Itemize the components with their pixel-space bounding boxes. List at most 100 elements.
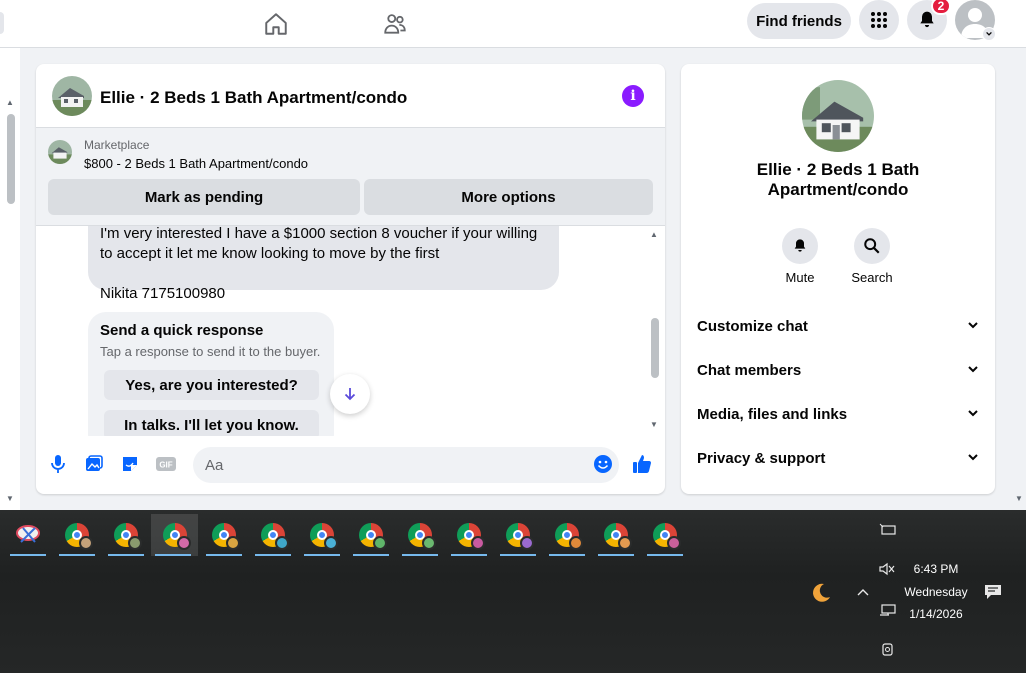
chrome-icon[interactable]	[202, 514, 246, 556]
scroll-down-arrow[interactable]: ▼	[1015, 494, 1023, 503]
chevron-down-icon	[967, 362, 979, 379]
clock-day[interactable]: Wednesday	[896, 585, 976, 599]
scroll-up-arrow[interactable]: ▲	[6, 98, 14, 107]
scroll-to-bottom-button[interactable]	[330, 374, 370, 414]
running-indicator	[451, 554, 487, 556]
chrome-icon[interactable]	[55, 514, 99, 556]
running-indicator	[598, 554, 634, 556]
quick-response-card: Send a quick response Tap a response to …	[88, 312, 334, 436]
notification-badge: 2	[931, 0, 951, 15]
listing-thumbnail-small	[48, 140, 72, 164]
listing-title[interactable]: $800 - 2 Beds 1 Bath Apartment/condo	[84, 156, 308, 171]
listing-photo[interactable]	[802, 80, 874, 152]
chrome-icon[interactable]	[349, 514, 393, 556]
menu-grid-icon[interactable]	[859, 0, 899, 40]
message-line: Nikita 7175100980	[100, 285, 226, 302]
chrome-icon[interactable]	[594, 514, 638, 556]
volume-muted-icon[interactable]	[877, 561, 897, 577]
running-indicator	[108, 554, 144, 556]
clock-time[interactable]: 6:43 PM	[896, 562, 976, 576]
running-indicator	[59, 554, 95, 556]
scroll-down-arrow[interactable]: ▼	[6, 494, 14, 503]
chrome-icon[interactable]	[398, 514, 442, 556]
message-input[interactable]	[193, 447, 619, 483]
emoji-icon[interactable]	[591, 452, 615, 476]
message-composer: GIF	[36, 436, 665, 494]
clock-date[interactable]: 1/14/2026	[896, 607, 976, 621]
mute-label: Mute	[785, 270, 815, 285]
gif-icon[interactable]: GIF	[154, 452, 178, 476]
home-icon[interactable]	[258, 6, 294, 42]
windows-taskbar: 6:43 PM Wednesday 1/14/2026	[0, 510, 1026, 673]
message-list[interactable]: I'm very interested I have a $1000 secti…	[36, 226, 665, 436]
quick-response-option[interactable]: In talks. I'll let you know.	[104, 410, 319, 436]
section-privacy-support[interactable]: Privacy & support	[697, 442, 979, 474]
listing-thumbnail[interactable]	[52, 76, 92, 116]
moon-icon[interactable]	[806, 580, 834, 606]
scroll-up-arrow[interactable]: ▲	[650, 230, 658, 239]
chrome-icon[interactable]	[643, 514, 687, 556]
find-friends-button[interactable]: Find friends	[747, 3, 851, 39]
search-icon[interactable]	[854, 228, 890, 264]
chrome-icon[interactable]	[447, 514, 491, 556]
svg-text:GIF: GIF	[159, 461, 172, 470]
section-media-files-links[interactable]: Media, files and links	[697, 398, 979, 430]
microphone-icon[interactable]	[46, 452, 70, 476]
conversation-name-line: Apartment/condo	[767, 180, 909, 199]
scroll-down-arrow[interactable]: ▼	[650, 420, 658, 429]
network-icon[interactable]	[878, 602, 898, 618]
page-scrollbar-left[interactable]: ▲ ▼	[0, 48, 20, 510]
mute-button[interactable]: Mute	[765, 228, 835, 285]
mark-as-pending-button[interactable]: Mark as pending	[48, 179, 360, 215]
running-indicator	[549, 554, 585, 556]
chevron-down-icon	[967, 406, 979, 423]
left-edge-tab	[0, 12, 4, 34]
running-indicator	[353, 554, 389, 556]
bell-icon[interactable]	[782, 228, 818, 264]
quick-response-option[interactable]: Yes, are you interested?	[104, 370, 319, 400]
battery-icon[interactable]	[878, 522, 898, 538]
running-indicator	[402, 554, 438, 556]
section-label: Chat members	[697, 361, 802, 379]
section-label: Customize chat	[697, 317, 808, 335]
chat-title[interactable]: Ellie · 2 Beds 1 Bath Apartment/condo	[100, 88, 407, 108]
chevron-down-icon[interactable]	[982, 27, 996, 41]
thumbs-up-icon[interactable]	[630, 452, 654, 476]
section-chat-members[interactable]: Chat members	[697, 354, 979, 386]
scrollbar-thumb[interactable]	[7, 114, 15, 204]
chrome-icon[interactable]	[104, 514, 148, 556]
chevron-down-icon	[967, 318, 979, 335]
scrollbar-thumb[interactable]	[651, 318, 659, 378]
photo-icon[interactable]	[82, 452, 106, 476]
section-customize-chat[interactable]: Customize chat	[697, 310, 979, 342]
notification-icon[interactable]	[982, 582, 1004, 602]
chevron-up-icon[interactable]	[853, 584, 873, 600]
conversation-name-line: Ellie · 2 Beds 1 Bath	[756, 160, 920, 179]
info-icon[interactable]: i	[622, 85, 644, 107]
page-scrollbar-right[interactable]: ▼	[1012, 48, 1026, 510]
top-navigation-bar: Find friends 2	[0, 0, 1026, 48]
message-bubble: I'm very interested I have a $1000 secti…	[88, 226, 559, 302]
section-label: Privacy & support	[697, 449, 826, 467]
chrome-icon[interactable]	[300, 514, 344, 556]
snipping-tool-icon[interactable]	[6, 514, 50, 556]
conversation-name: Ellie · 2 Beds 1 Bath Apartment/condo	[681, 160, 995, 200]
chrome-icon[interactable]	[545, 514, 589, 556]
chrome-icon[interactable]	[496, 514, 540, 556]
quick-response-title: Send a quick response	[100, 322, 264, 339]
message-scrollbar[interactable]: ▲ ▼	[648, 226, 662, 436]
chat-window: Ellie · 2 Beds 1 Bath Apartment/condo i …	[36, 64, 665, 494]
message-line: to accept it let me know looking to move…	[100, 245, 440, 262]
running-indicator	[10, 554, 46, 556]
section-label: Media, files and links	[697, 405, 848, 423]
chrome-icon[interactable]	[151, 514, 198, 556]
more-options-button[interactable]: More options	[364, 179, 653, 215]
chrome-icon[interactable]	[251, 514, 295, 556]
friends-icon[interactable]	[377, 6, 413, 42]
running-indicator	[155, 554, 191, 556]
message-line: I'm very interested I have a $1000 secti…	[100, 226, 538, 242]
running-indicator	[255, 554, 291, 556]
sticker-icon[interactable]	[118, 452, 142, 476]
camera-icon[interactable]	[878, 641, 898, 659]
search-button[interactable]: Search	[837, 228, 907, 285]
